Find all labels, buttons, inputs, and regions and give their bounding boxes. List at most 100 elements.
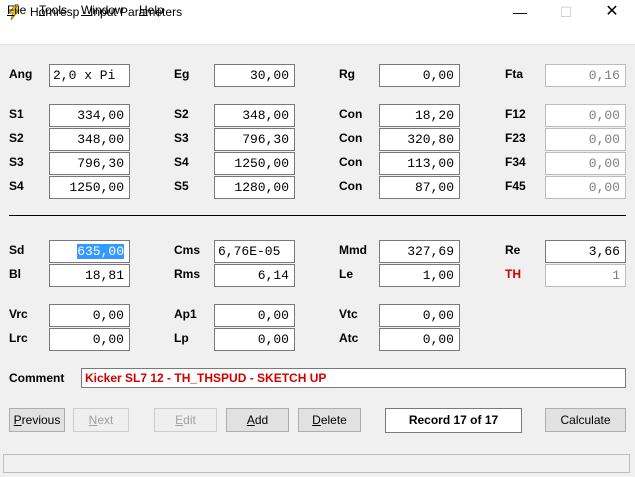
calculate-button[interactable]: Calculate (545, 408, 626, 432)
f34-field: 0,00 (545, 152, 626, 175)
s5-field[interactable]: 1280,00 (214, 176, 295, 199)
th-label: TH (505, 267, 521, 281)
atc-field[interactable]: 0,00 (379, 328, 460, 351)
cms-label: Cms (174, 243, 201, 257)
sd-field[interactable]: 635,00 (49, 240, 130, 263)
s4-field[interactable]: 1250,00 (49, 176, 130, 199)
s5-label: S5 (174, 179, 189, 193)
lp-label: Lp (174, 331, 189, 345)
f23-field: 0,00 (545, 128, 626, 151)
delete-accel: D (312, 413, 321, 427)
menu-window[interactable]: Window (81, 3, 124, 17)
lrc-label: Lrc (9, 331, 28, 345)
con4-label: Con (339, 179, 363, 193)
con3-label: Con (339, 155, 363, 169)
rms-field[interactable]: 6,14 (214, 264, 295, 287)
menu-help-label: elp (147, 3, 164, 17)
s3-field[interactable]: 796,30 (49, 152, 130, 175)
con2-field[interactable]: 320,80 (379, 128, 460, 151)
con1-label: Con (339, 107, 363, 121)
delete-button[interactable]: Delete (298, 408, 361, 432)
add-button[interactable]: Add (226, 408, 289, 432)
lp-field[interactable]: 0,00 (214, 328, 295, 351)
menu-tools-label: ools (45, 3, 68, 17)
section-divider (9, 215, 626, 216)
s2-end-field[interactable]: 348,00 (214, 104, 295, 127)
edit-button: Edit (154, 408, 217, 432)
s4-label: S4 (9, 179, 24, 193)
add-label: dd (254, 413, 269, 427)
fta-label: Fta (505, 67, 523, 81)
previous-accel: P (13, 413, 22, 427)
delete-label: elete (320, 413, 347, 427)
s1-field[interactable]: 334,00 (49, 104, 130, 127)
f12-field: 0,00 (545, 104, 626, 127)
mmd-label: Mmd (339, 243, 367, 257)
s4-end-label: S4 (174, 155, 189, 169)
sd-label: Sd (9, 243, 25, 257)
lrc-field[interactable]: 0,00 (49, 328, 130, 351)
s3-end-field[interactable]: 796,30 (214, 128, 295, 151)
menu-tools[interactable]: Tools (39, 3, 67, 17)
s2-field[interactable]: 348,00 (49, 128, 130, 151)
close-button[interactable]: ✕ (589, 0, 635, 24)
con1-field[interactable]: 18,20 (379, 104, 460, 127)
status-bar (3, 454, 630, 473)
s4-end-field[interactable]: 1250,00 (214, 152, 295, 175)
f23-label: F23 (505, 131, 526, 145)
f45-field: 0,00 (545, 176, 626, 199)
next-button: Next (73, 408, 129, 432)
th-field: 1 (545, 264, 626, 287)
eg-field[interactable]: 30,00 (214, 64, 295, 87)
f12-label: F12 (505, 107, 526, 121)
ang-field[interactable]: 2,0 x Pi (49, 64, 130, 87)
vtc-label: Vtc (339, 307, 358, 321)
rg-field[interactable]: 0,00 (379, 64, 460, 87)
menu-help[interactable]: Help (139, 3, 164, 17)
previous-button[interactable]: Previous (9, 408, 65, 432)
edit-accel: E (175, 413, 184, 427)
previous-label: revious (21, 413, 61, 427)
ang-label: Ang (9, 67, 33, 81)
menu-bar (0, 24, 635, 44)
con4-field[interactable]: 87,00 (379, 176, 460, 199)
bl-label: Bl (9, 267, 21, 281)
bl-field[interactable]: 18,81 (49, 264, 130, 287)
le-label: Le (339, 267, 354, 281)
vtc-field[interactable]: 0,00 (379, 304, 460, 327)
cms-field[interactable]: 6,76E-05 (214, 240, 295, 263)
minimize-button[interactable]: — (497, 0, 543, 24)
add-accel: A (246, 413, 255, 427)
rg-label: Rg (339, 67, 355, 81)
s2-end-label: S2 (174, 107, 189, 121)
ap1-label: Ap1 (174, 307, 197, 321)
f45-label: F45 (505, 179, 526, 193)
next-label: ext (97, 413, 114, 427)
menu-help-accel: H (139, 3, 148, 17)
con3-field[interactable]: 113,00 (379, 152, 460, 175)
re-label: Re (505, 243, 521, 257)
vrc-label: Vrc (9, 307, 28, 321)
vrc-field[interactable]: 0,00 (49, 304, 130, 327)
comment-field[interactable]: Kicker SL7 12 - TH_THSPUD - SKETCH UP (81, 368, 626, 388)
record-indicator: Record 17 of 17 (385, 408, 522, 433)
le-field[interactable]: 1,00 (379, 264, 460, 287)
menu-file[interactable]: File (7, 3, 26, 17)
menu-file-label: ile (14, 3, 27, 17)
rms-label: Rms (174, 267, 201, 281)
ap1-field[interactable]: 0,00 (214, 304, 295, 327)
atc-label: Atc (339, 331, 359, 345)
mmd-field[interactable]: 327,69 (379, 240, 460, 263)
maximize-button[interactable]: ☐ (543, 0, 589, 24)
menu-separator (0, 44, 635, 45)
eg-label: Eg (174, 67, 190, 81)
menu-window-accel: W (81, 3, 93, 17)
s2-label: S2 (9, 131, 24, 145)
s3-end-label: S3 (174, 131, 189, 145)
fta-field: 0,16 (545, 64, 626, 87)
con2-label: Con (339, 131, 363, 145)
s3-label: S3 (9, 155, 24, 169)
re-field[interactable]: 3,66 (545, 240, 626, 263)
menu-window-label: indow (92, 3, 124, 17)
s1-label: S1 (9, 107, 24, 121)
